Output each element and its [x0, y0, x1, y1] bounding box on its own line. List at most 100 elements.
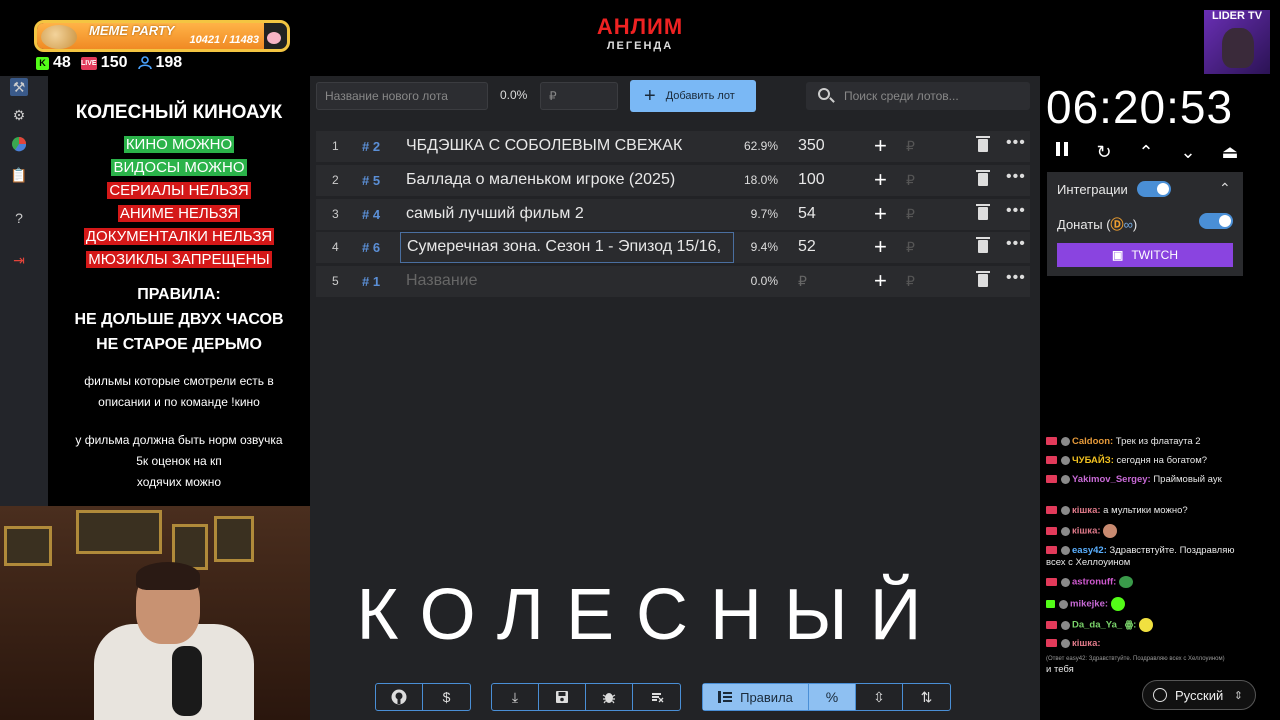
compress-icon[interactable]: ⇳: [856, 684, 903, 710]
new-lot-input[interactable]: Название нового лота: [316, 82, 488, 110]
lot-amount[interactable]: ₽: [798, 273, 807, 290]
meme-count: 10421 / 11483: [189, 34, 259, 46]
add-amount-button[interactable]: +: [874, 201, 887, 227]
lot-index: 4: [332, 240, 339, 254]
trash-icon[interactable]: [976, 271, 990, 287]
chat-user: easy42:: [1072, 545, 1107, 556]
lot-name-input[interactable]: Баллада о маленьком игроке (2025): [406, 171, 736, 189]
badge-icon: [1059, 599, 1068, 609]
lot-name-input[interactable]: ЧБДЭШКА С СОБОЛЕВЫМ СВЕЖАК: [406, 137, 736, 155]
more-icon[interactable]: •••: [1006, 134, 1026, 152]
sort-icon[interactable]: ⇅: [903, 684, 950, 710]
badge-icon: [1061, 505, 1070, 515]
emote-icon: [1110, 597, 1125, 611]
language-select[interactable]: Русский ⇕: [1142, 680, 1256, 710]
bug-icon[interactable]: [586, 684, 633, 710]
clear-icon[interactable]: [633, 684, 680, 710]
sidebar-nav: ⚒ ⚙ 📋 ? ⇥: [0, 76, 48, 506]
trash-icon[interactable]: [976, 136, 990, 152]
note-line: описании и по команде !кино: [98, 395, 260, 409]
lot-name-input[interactable]: Сумеречная зона. Сезон 1 - Эпизод 15/16,: [400, 232, 734, 263]
rules-note: у фильма должна быть норм озвучка 5к оце…: [48, 430, 310, 493]
clipboard-icon[interactable]: 📋: [10, 166, 28, 184]
rules-button[interactable]: Правила: [703, 684, 809, 710]
rules-label: Правила: [740, 689, 793, 705]
donations-toggle[interactable]: [1199, 213, 1233, 229]
help-icon[interactable]: ?: [10, 209, 28, 227]
github-icon[interactable]: [376, 684, 423, 710]
donations-label: Донаты (: [1057, 217, 1111, 232]
hammer-icon[interactable]: ⚒: [10, 78, 28, 96]
chat-message: кiшка:: [1046, 638, 1236, 650]
live-icon: [1046, 456, 1057, 465]
lot-amount[interactable]: 350: [798, 137, 825, 155]
lot-row: 3 # 4 самый лучший фильм 2 9.7% 54 + ₽ •…: [316, 199, 1030, 230]
integrations-toggle[interactable]: [1137, 181, 1171, 197]
chevron-up-icon[interactable]: ⌃: [1134, 140, 1158, 164]
more-icon[interactable]: •••: [1006, 202, 1026, 220]
search-input[interactable]: Поиск среди лотов...: [806, 82, 1030, 110]
lot-id: # 4: [362, 207, 381, 222]
twitch-button[interactable]: ▣ TWITCH: [1057, 243, 1233, 267]
logout-icon[interactable]: ⇥: [10, 251, 28, 269]
pie-chart-icon[interactable]: [10, 136, 28, 154]
chat-user: astronuff:: [1072, 576, 1117, 588]
stat-live: LIVE 150: [80, 54, 128, 72]
chat-message: и тебя: [1046, 664, 1074, 675]
more-icon[interactable]: •••: [1006, 235, 1026, 253]
percent-button[interactable]: %: [809, 684, 856, 710]
add-amount-input[interactable]: ₽: [906, 172, 915, 189]
stat-value: 150: [100, 54, 128, 71]
lot-amount[interactable]: 52: [798, 238, 816, 256]
lot-amount[interactable]: 100: [798, 171, 825, 189]
rules-note: фильмы которые смотрели есть в описании …: [48, 371, 310, 413]
trash-icon[interactable]: [976, 170, 990, 186]
lot-name-input[interactable]: Название: [406, 272, 736, 290]
add-amount-input[interactable]: ₽: [906, 206, 915, 223]
overlay-word: КОЛЕСНЫЙ: [356, 575, 944, 655]
note-line: у фильма должна быть норм озвучка: [75, 433, 283, 447]
chevron-down-icon[interactable]: ⌄: [1176, 140, 1200, 164]
download-icon[interactable]: ⤓: [492, 684, 539, 710]
trash-icon[interactable]: [976, 237, 990, 253]
save-icon[interactable]: [539, 684, 586, 710]
rules-icon: [718, 691, 733, 703]
lider-tv-badge: LIDER TV: [1204, 10, 1270, 74]
add-amount-button[interactable]: +: [874, 268, 887, 294]
live-icon: [1046, 621, 1057, 629]
dollar-icon[interactable]: $: [423, 684, 470, 710]
add-lot-button[interactable]: + Добавить лот: [630, 80, 756, 112]
viewer-stats: K 48 LIVE 150 198: [36, 54, 182, 72]
lot-amount[interactable]: 54: [798, 205, 816, 223]
microphone: [172, 646, 202, 716]
more-icon[interactable]: •••: [1006, 269, 1026, 287]
add-amount-button[interactable]: +: [874, 234, 887, 260]
chevron-up-icon[interactable]: ⌃: [1219, 180, 1231, 197]
more-icon[interactable]: •••: [1006, 168, 1026, 186]
twitch-label: TWITCH: [1131, 248, 1178, 262]
badge-icon: [1061, 620, 1070, 630]
rules-heading: ПРАВИЛА:: [137, 286, 221, 303]
chat-message: кiшка:: [1046, 524, 1236, 538]
gear-icon[interactable]: ⚙: [10, 106, 28, 124]
emote-icon: [1103, 524, 1118, 538]
new-lot-amount-input[interactable]: ₽: [540, 82, 618, 110]
add-amount-input[interactable]: ₽: [906, 273, 915, 290]
lot-percent: 62.9%: [743, 139, 778, 153]
trash-icon[interactable]: [976, 204, 990, 220]
collapse-icon[interactable]: ⏏: [1218, 140, 1242, 164]
add-amount-input[interactable]: ₽: [906, 239, 915, 256]
add-amount-button[interactable]: +: [874, 133, 887, 159]
lot-name-input[interactable]: самый лучший фильм 2: [406, 205, 736, 223]
badge-icon: [1061, 638, 1070, 648]
globe-icon: [1153, 688, 1167, 702]
chat-message: Da_da_Ya_ ꙮ:: [1046, 618, 1236, 632]
stat-value: 48: [53, 54, 71, 71]
live-icon: [1046, 527, 1057, 535]
add-amount-button[interactable]: +: [874, 167, 887, 193]
restart-icon[interactable]: ↻: [1092, 140, 1116, 164]
pause-icon[interactable]: [1050, 140, 1074, 164]
add-amount-input[interactable]: ₽: [906, 138, 915, 155]
lot-index: 3: [332, 207, 339, 221]
chat-user: Yakimov_Sergey:: [1072, 474, 1151, 485]
